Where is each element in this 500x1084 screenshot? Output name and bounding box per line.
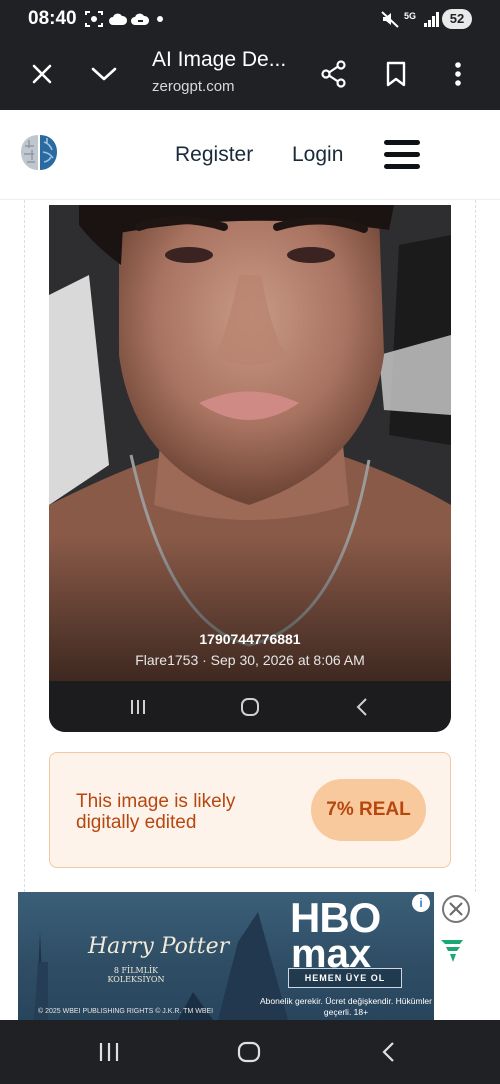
image-caption: 1790744776881 Flare1753 · Sep 30, 2026 a… (49, 631, 451, 668)
ad-disclaimer: Abonelik gerekir. Ücret değişkendir. Hük… (260, 996, 432, 1017)
custom-tab-toolbar: AI Image De... zerogpt.com (0, 38, 500, 110)
ad-cta-button[interactable]: HEMEN ÜYE OL (288, 968, 402, 988)
network-type: 5G (404, 11, 417, 21)
ad-info-icon[interactable]: i (412, 894, 430, 912)
minimize-button[interactable] (82, 52, 126, 96)
page-title: AI Image De... (152, 48, 287, 71)
close-icon (32, 64, 52, 84)
ad-close-button[interactable] (442, 895, 470, 923)
cloud-sync-icon (131, 13, 150, 25)
ad-subtitle: 8 FİLMLİK KOLEKSİYON (107, 966, 165, 984)
recents-icon[interactable] (98, 1042, 120, 1062)
zerogpt-logo-icon[interactable] (18, 132, 60, 174)
image-meta: Flare1753 · Sep 30, 2026 at 8:06 AM (135, 652, 365, 668)
share-icon (321, 60, 346, 88)
signal-icon (424, 12, 439, 27)
battery-indicator: 52 (442, 9, 472, 29)
mute-icon (381, 11, 399, 28)
page-url: zerogpt.com (152, 78, 235, 95)
status-bar: 08:40 5G 52 (0, 0, 500, 38)
back-icon[interactable] (380, 1041, 396, 1063)
uploaded-photo (49, 205, 451, 681)
home-icon[interactable] (237, 1041, 261, 1063)
ad-container: Harry Potter 8 FİLMLİK KOLEKSİYON HBO ma… (0, 892, 500, 1020)
status-time: 08:40 (28, 8, 77, 29)
more-vertical-icon (455, 62, 461, 86)
bookmark-icon (386, 61, 406, 87)
home-icon (241, 698, 259, 716)
bookmark-button[interactable] (374, 52, 418, 96)
embedded-nav-bar (49, 681, 451, 732)
uploaded-image: 1790744776881 Flare1753 · Sep 30, 2026 a… (49, 205, 451, 732)
back-icon (356, 698, 367, 716)
system-nav-bar (0, 1020, 500, 1084)
cloud-icon (109, 13, 128, 25)
detection-result-card: This image is likely digitally edited 7%… (49, 752, 451, 868)
menu-button[interactable] (384, 138, 422, 172)
more-options-button[interactable] (436, 52, 480, 96)
ad-network-icon[interactable] (438, 936, 466, 964)
ad-title: Harry Potter (88, 934, 230, 959)
login-link[interactable]: Login (292, 143, 343, 167)
ad-copyright: © 2025 WBEI PUBLISHING RIGHTS © J.K.R. T… (38, 1008, 214, 1015)
real-score-badge: 7% REAL (311, 779, 426, 841)
recents-icon (131, 700, 145, 714)
register-link[interactable]: Register (175, 143, 253, 167)
result-message: This image is likely digitally edited (76, 791, 236, 833)
chevron-down-icon (91, 67, 117, 81)
share-button[interactable] (312, 52, 356, 96)
close-button[interactable] (20, 52, 64, 96)
image-id: 1790744776881 (199, 631, 301, 647)
site-header: Register Login (0, 110, 500, 200)
screenshot-icon (85, 11, 103, 27)
notification-dot-icon (157, 16, 163, 22)
ad-banner[interactable]: Harry Potter 8 FİLMLİK KOLEKSİYON HBO ma… (18, 892, 434, 1020)
close-icon (449, 902, 463, 916)
